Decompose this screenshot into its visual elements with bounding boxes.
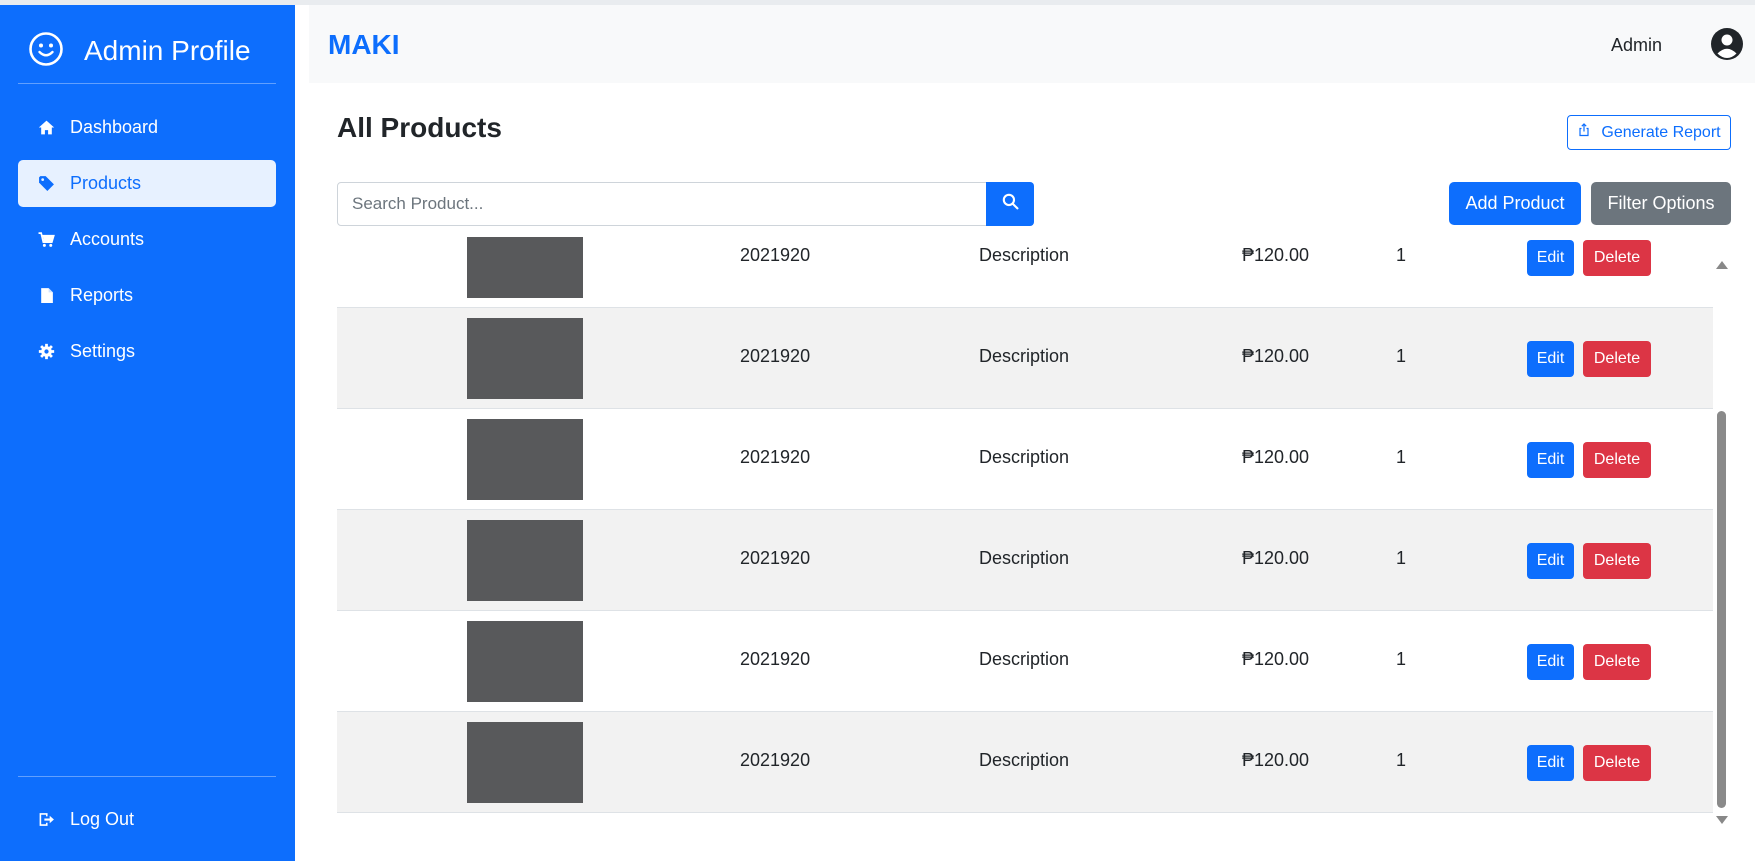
home-icon <box>36 118 56 138</box>
product-description: Description <box>979 346 1070 366</box>
sidebar-item-reports[interactable]: Reports <box>18 272 276 319</box>
edit-button[interactable]: Edit <box>1527 442 1574 478</box>
app-logo[interactable]: MAKI <box>328 29 400 61</box>
product-quantity: 1 <box>1396 346 1407 366</box>
scroll-up-arrow[interactable] <box>1716 261 1728 269</box>
product-description: Description <box>979 548 1070 568</box>
sidebar: Admin Profile Dashboard Products Account… <box>0 5 295 861</box>
generate-report-button[interactable]: Generate Report <box>1567 115 1731 150</box>
product-price: ₱120.00 <box>1242 649 1310 669</box>
table-row: 2021920 Description ₱120.00 1 Edit Delet… <box>337 308 1713 409</box>
sidebar-logout-wrap: Log Out <box>18 796 276 852</box>
filter-options-button[interactable]: Filter Options <box>1591 182 1731 225</box>
scroll-down-arrow[interactable] <box>1716 816 1728 824</box>
logout-button[interactable]: Log Out <box>18 796 276 843</box>
logout-label: Log Out <box>70 809 135 829</box>
table-row: 2021920 Description ₱120.00 1 Edit Delet… <box>337 409 1713 510</box>
user-name[interactable]: Admin <box>1611 35 1662 56</box>
delete-button[interactable]: Delete <box>1583 341 1651 377</box>
table-row: 2021920 Description ₱120.00 1 Edit Delet… <box>337 510 1713 611</box>
file-icon <box>36 286 56 306</box>
logout-icon <box>36 810 56 830</box>
edit-button[interactable]: Edit <box>1527 745 1574 781</box>
cart-icon <box>36 230 56 250</box>
product-description: Description <box>979 447 1070 467</box>
product-description: Description <box>979 750 1070 770</box>
product-price: ₱120.00 <box>1242 750 1310 770</box>
add-product-button[interactable]: Add Product <box>1449 182 1581 225</box>
product-quantity: 1 <box>1396 750 1407 770</box>
sidebar-divider <box>18 776 276 777</box>
sidebar-nav: Dashboard Products Accounts Reports Sett… <box>18 104 276 384</box>
product-thumbnail <box>467 722 583 803</box>
delete-button[interactable]: Delete <box>1583 442 1651 478</box>
product-code: 2021920 <box>740 750 811 770</box>
table-row: 2021920 Description ₱120.00 1 Edit Delet… <box>337 237 1713 308</box>
brand-title: Admin Profile <box>84 35 251 66</box>
sidebar-item-label: Dashboard <box>70 117 159 137</box>
table-row: 2021920 Description ₱120.00 1 Edit Delet… <box>337 712 1713 813</box>
product-quantity: 1 <box>1396 245 1407 265</box>
delete-button[interactable]: Delete <box>1583 644 1651 680</box>
delete-button[interactable]: Delete <box>1583 745 1651 781</box>
product-description: Description <box>979 245 1070 265</box>
delete-button[interactable]: Delete <box>1583 543 1651 579</box>
sidebar-item-products[interactable]: Products <box>18 160 276 207</box>
tag-icon <box>36 174 56 194</box>
top-header: MAKI Admin <box>309 5 1755 83</box>
product-thumbnail <box>467 621 583 702</box>
delete-button[interactable]: Delete <box>1583 240 1651 276</box>
table-row: 2021920 Description ₱120.00 1 Edit Delet… <box>337 611 1713 712</box>
search-input[interactable] <box>337 182 987 226</box>
product-thumbnail <box>467 419 583 500</box>
sidebar-brand: Admin Profile <box>28 28 251 74</box>
edit-button[interactable]: Edit <box>1527 240 1574 276</box>
share-icon <box>1577 123 1601 142</box>
product-code: 2021920 <box>740 447 811 467</box>
product-thumbnail <box>467 237 583 298</box>
product-price: ₱120.00 <box>1242 245 1310 265</box>
scroll-thumb[interactable] <box>1717 411 1726 808</box>
user-circle-icon[interactable] <box>1710 27 1744 61</box>
product-quantity: 1 <box>1396 447 1407 467</box>
sidebar-item-dashboard[interactable]: Dashboard <box>18 104 276 151</box>
sidebar-item-label: Accounts <box>70 229 145 249</box>
product-code: 2021920 <box>740 346 811 366</box>
edit-button[interactable]: Edit <box>1527 341 1574 377</box>
search-button[interactable] <box>986 182 1034 226</box>
search-icon <box>1002 193 1019 215</box>
products-table: 2021920 Description ₱120.00 1 Edit Delet… <box>337 237 1713 815</box>
sidebar-item-label: Reports <box>70 285 134 305</box>
sidebar-item-label: Products <box>70 173 142 193</box>
table-scrollbar[interactable] <box>1713 256 1729 828</box>
product-code: 2021920 <box>740 548 811 568</box>
sidebar-item-accounts[interactable]: Accounts <box>18 216 276 263</box>
smiley-icon <box>28 31 64 72</box>
edit-button[interactable]: Edit <box>1527 644 1574 680</box>
sidebar-item-settings[interactable]: Settings <box>18 328 276 375</box>
product-price: ₱120.00 <box>1242 447 1310 467</box>
product-price: ₱120.00 <box>1242 548 1310 568</box>
product-description: Description <box>979 649 1070 669</box>
product-thumbnail <box>467 520 583 601</box>
product-code: 2021920 <box>740 649 811 669</box>
product-thumbnail <box>467 318 583 399</box>
product-quantity: 1 <box>1396 649 1407 669</box>
sidebar-divider <box>18 83 276 84</box>
product-code: 2021920 <box>740 245 811 265</box>
gear-icon <box>36 342 56 362</box>
page-title: All Products <box>337 112 502 143</box>
sidebar-item-label: Settings <box>70 341 136 361</box>
edit-button[interactable]: Edit <box>1527 543 1574 579</box>
generate-report-label: Generate Report <box>1601 123 1721 141</box>
product-quantity: 1 <box>1396 548 1407 568</box>
product-price: ₱120.00 <box>1242 346 1310 366</box>
